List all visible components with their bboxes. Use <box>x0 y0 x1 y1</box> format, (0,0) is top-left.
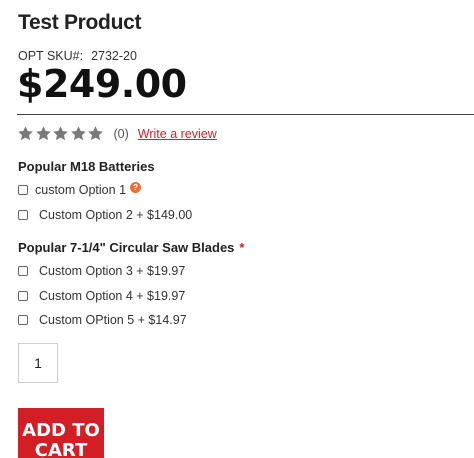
checkbox-option-3[interactable] <box>18 266 28 276</box>
quantity-input[interactable]: 1 <box>18 343 58 383</box>
option-label-4: Custom Option 4 + $19.97 <box>39 289 186 303</box>
star-icon <box>17 125 34 142</box>
option-row-4[interactable]: Custom Option 4 + $19.97 <box>18 289 185 303</box>
divider <box>17 114 474 115</box>
star-icon <box>35 125 52 142</box>
sku-line: OPT SKU#: 2732-20 <box>18 49 137 63</box>
option-row-2[interactable]: Custom Option 2 + $149.00 <box>18 208 192 222</box>
star-icon <box>87 125 104 142</box>
checkbox-option-1[interactable] <box>18 185 28 195</box>
option-row-5[interactable]: Custom OPtion 5 + $14.97 <box>18 313 187 327</box>
rating-row: (0) Write a review <box>17 125 217 142</box>
product-price: $249.00 <box>17 62 187 106</box>
option-label-3: Custom Option 3 + $19.97 <box>39 264 186 278</box>
product-title: Test Product <box>18 11 142 34</box>
checkbox-option-2[interactable] <box>18 210 28 220</box>
group-title-batteries: Popular M18 Batteries <box>18 159 155 174</box>
help-icon[interactable]: ? <box>130 181 142 193</box>
sku-value: 2732-20 <box>91 49 137 63</box>
review-count: (0) <box>113 126 129 141</box>
required-marker: * <box>239 240 245 255</box>
write-review-link[interactable]: Write a review <box>138 127 217 141</box>
star-icon <box>70 125 87 142</box>
option-row-1[interactable]: custom Option 1 ? <box>18 181 142 197</box>
group-title-label: Popular M18 Batteries <box>18 159 155 174</box>
checkbox-option-4[interactable] <box>18 291 28 301</box>
checkbox-option-5[interactable] <box>18 315 28 325</box>
option-label-1: custom Option 1 <box>35 183 127 197</box>
sku-label: OPT SKU#: <box>18 49 84 63</box>
group-title-saw-blades: Popular 7-1/4" Circular Saw Blades * <box>18 240 244 255</box>
rating-stars[interactable] <box>17 125 105 142</box>
group-title-label: Popular 7-1/4" Circular Saw Blades <box>18 240 235 255</box>
option-label-5: Custom OPtion 5 + $14.97 <box>39 313 187 327</box>
option-label-2: Custom Option 2 + $149.00 <box>39 208 193 222</box>
add-to-cart-button[interactable]: ADD TO CART <box>18 408 104 458</box>
option-row-3[interactable]: Custom Option 3 + $19.97 <box>18 264 185 278</box>
star-icon <box>52 125 69 142</box>
